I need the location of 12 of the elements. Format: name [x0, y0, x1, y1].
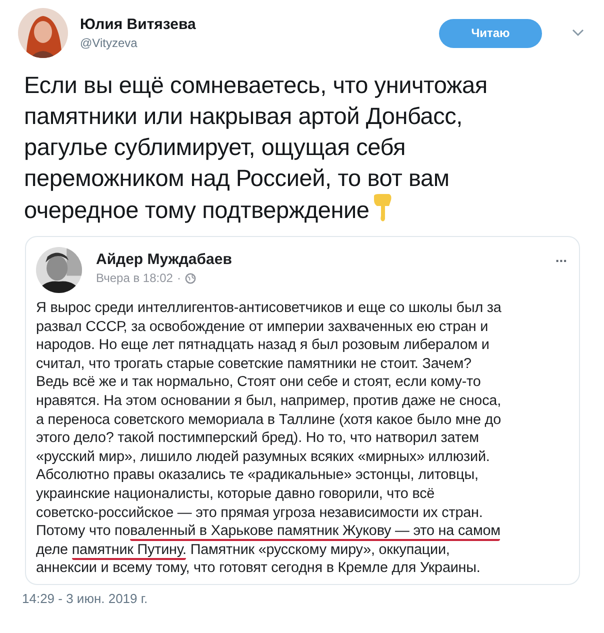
post-time[interactable]: Вчера в 18:02 — [96, 271, 173, 285]
author-handle[interactable]: @Vityzeva — [80, 36, 427, 50]
chevron-down-icon[interactable] — [572, 29, 584, 37]
globe-icon — [184, 272, 196, 284]
post-author-name[interactable]: Айдер Муждабаев — [96, 251, 542, 268]
post-text: Я вырос среди интеллигентов-антисоветчиков и еще со школы был за развал СССР, за освобождение от империи захваченных ею стран и народов. Но еще лет пятнадцать назад я был розовым либералом и считал, что трогать старые советские памятники не стоит. Зачем? Ведь всё же и так нормально, Стоят они себе и стоят, если кому-то нравятся. На этом основании я был, например, против даже не сноса, а переноса советского мемориала в Таллине (хотя какое было мне до этого дело? такой постимперский бред). Но то, что натворил затем «русский мир», лишило людей разумных всяких «мирных» иллюзий. Абсолютно правы оказались те «радикальные» эстонцы, литовцы, украинские националисты, которые давно говорили, что всё советско-российское — это прямая угроза независимости их стран. Потому что поваленный в Харькове памятник Жукову — это на самом деле памятник Путину. Памятник «русскому миру», оккупации, аннексии и всему тому, что готовят сегодня в Кремле для Украины. — [36, 299, 502, 578]
separator-dot: · — [176, 271, 181, 285]
tweet-text: Если вы ещё сомневаетесь, что уничтожая памятники или накрывая артой Донбасс, рагулье сублимирует, ощущая себя переможником над Россией, то вот вам очередное тому подтверждение — [24, 71, 488, 225]
more-options-button[interactable]: ... — [555, 245, 567, 265]
follow-button[interactable]: Читаю — [439, 18, 542, 48]
author-name[interactable]: Юлия Витязева — [80, 16, 427, 33]
tweet-timestamp[interactable]: 14:29 - 3 июн. 2019 г. — [22, 590, 148, 606]
